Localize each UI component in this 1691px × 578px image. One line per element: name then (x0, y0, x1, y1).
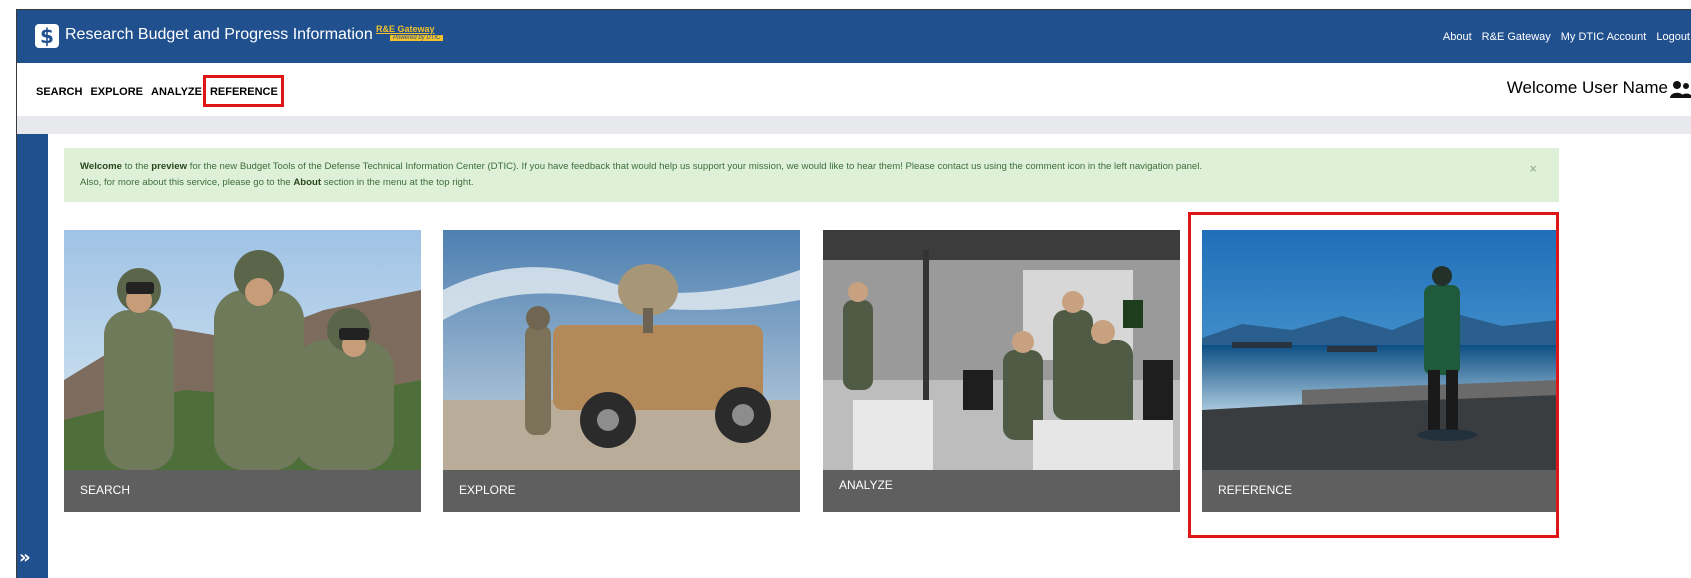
top-links: About R&E Gateway My DTIC Account Logout (1443, 31, 1690, 43)
alert-line-1: Welcome to the preview for the new Budge… (80, 159, 1499, 175)
explore-card[interactable]: EXPLORE (443, 230, 800, 512)
search-card-label: SEARCH (80, 483, 131, 497)
explore-card-label: EXPLORE (459, 483, 516, 497)
alert-preview-bold: preview (151, 161, 188, 172)
app-title: Research Budget and Progress Information (65, 26, 373, 43)
nav-search[interactable]: SEARCH (36, 86, 82, 98)
content-top-bar (17, 116, 1691, 134)
nav-items: SEARCH EXPLORE ANALYZE REFERENCE (36, 75, 284, 107)
analyze-card-image (823, 230, 1180, 470)
welcome-user: Welcome User Name (1506, 78, 1668, 97)
alert-text: Also, for more about this service, pleas… (80, 177, 294, 188)
reference-card-highlight (1188, 212, 1559, 538)
search-card[interactable]: SEARCH (64, 230, 421, 512)
analyze-card[interactable]: ANALYZE (823, 230, 1180, 512)
nav-analyze[interactable]: ANALYZE (151, 86, 202, 98)
app-window: $ Research Budget and Progress Informati… (16, 9, 1691, 578)
gateway-powered-text: Powered by DTIC (390, 35, 444, 41)
welcome-alert: Welcome to the preview for the new Budge… (64, 148, 1559, 202)
alert-text: for the new Budget Tools of the Defense … (187, 161, 1203, 172)
gateway-badge-text: R&E Gateway (376, 24, 435, 34)
left-sidebar: » (17, 134, 48, 578)
logout-link[interactable]: Logout (1656, 31, 1690, 43)
expand-sidebar-icon[interactable]: » (19, 547, 31, 568)
re-gateway-link[interactable]: R&E Gateway (1482, 31, 1551, 43)
top-header: $ Research Budget and Progress Informati… (17, 10, 1691, 63)
alert-line-2: Also, for more about this service, pleas… (80, 175, 1499, 191)
nav-explore[interactable]: EXPLORE (90, 86, 143, 98)
main-nav: SEARCH EXPLORE ANALYZE REFERENCE Welcome… (17, 63, 1691, 116)
close-icon[interactable]: × (1529, 161, 1537, 177)
user-icon[interactable] (1670, 80, 1691, 98)
gateway-badge[interactable]: R&E Gateway Powered by DTIC (376, 24, 446, 46)
my-dtic-account-link[interactable]: My DTIC Account (1561, 31, 1647, 43)
alert-about-bold: About (293, 177, 322, 188)
explore-card-image (443, 230, 800, 470)
search-card-image (64, 230, 421, 470)
about-link[interactable]: About (1443, 31, 1472, 43)
analyze-card-label: ANALYZE (839, 478, 893, 492)
alert-text: section in the menu at the top right. (321, 177, 474, 188)
nav-reference[interactable]: REFERENCE (202, 75, 284, 107)
alert-text: to the (121, 161, 152, 172)
dollar-logo-icon: $ (35, 24, 59, 48)
alert-welcome-bold: Welcome (80, 161, 122, 172)
